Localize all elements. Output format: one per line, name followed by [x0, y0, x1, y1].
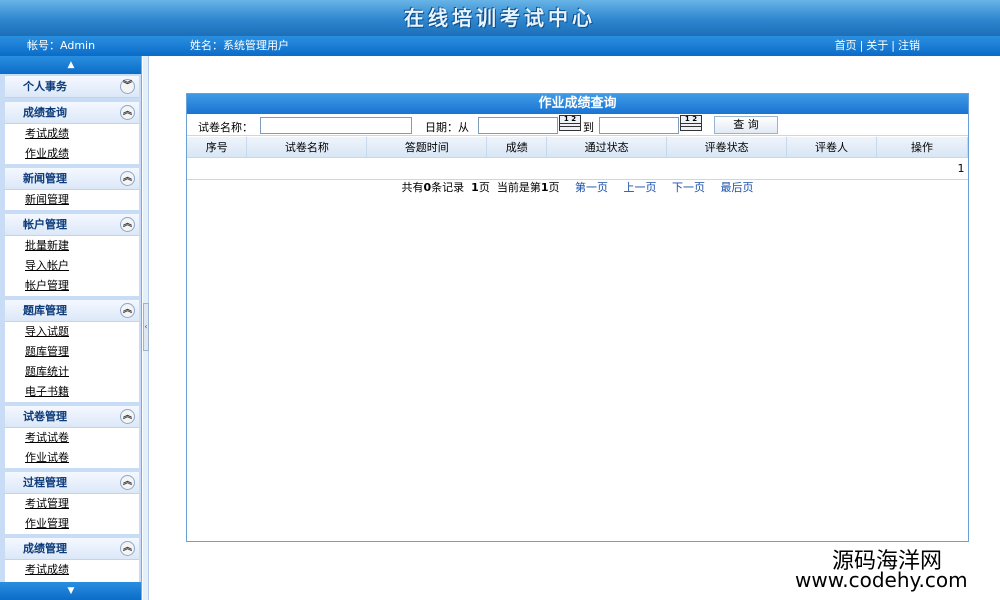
sidebar-item[interactable]: 导入试题 — [5, 322, 139, 342]
home-link[interactable]: 首页 — [835, 39, 857, 52]
sidebar-section-header[interactable]: 成绩管理 ︽ — [5, 538, 139, 560]
sidebar-section-title: 试卷管理 — [23, 410, 67, 423]
sidebar-section-title: 新闻管理 — [23, 172, 67, 185]
sidebar-section-items: 考试成绩作业成绩 — [5, 124, 139, 164]
expand-icon[interactable]: ︾ — [120, 79, 135, 94]
date-to-calendar-icon[interactable]: 1 2 — [680, 115, 702, 131]
username-label: 姓名：系统管理用户 — [190, 39, 289, 52]
score-table: 序号 试卷名称 答题时间 成绩 通过状态 评卷状态 评卷人 操作 1 — [187, 137, 969, 180]
sidebar-section-header[interactable]: 新闻管理 ︽ — [5, 168, 139, 190]
sidebar-item[interactable]: 电子书籍 — [5, 382, 139, 402]
sidebar-section-items: 考试管理 作业管理 — [5, 494, 139, 534]
sidebar-section-header[interactable]: 题库管理 ︽ — [5, 300, 139, 322]
collapse-icon[interactable]: ︽ — [120, 475, 135, 490]
date-from-label: 日期：从 — [425, 121, 469, 134]
sidebar-section-header[interactable]: 帐户管理 ︽ — [5, 214, 139, 236]
sidebar: ▲ 个人事务 ︾ 成绩查询 ︽ 考试成绩 作业成绩 新闻管理 ︽ 新闻管理 帐户管理 ︽ 批量新建 导入… — [0, 56, 142, 600]
prev-page-link[interactable]: 上一页 — [623, 181, 656, 194]
sidebar-item[interactable]: 考试试卷 — [5, 428, 139, 448]
app-window: 在线培训考试中心 帐号：Admin 姓名：系统管理用户 首页 | 关于 | 注销 ▲ 个… — [0, 0, 1000, 600]
sidebar-item[interactable]: 作业试卷 — [5, 448, 139, 468]
sidebar-section-header[interactable]: 个人事务 ︾ — [5, 76, 139, 98]
next-page-link[interactable]: 下一页 — [672, 181, 705, 194]
search-form: 试卷名称： 日期：从 1 2 到 1 2 查 询 — [187, 114, 968, 136]
pager: 共有0条记录 1页 当前是第1页 第一页 上一页 下一页 最后页 — [401, 181, 754, 194]
sidebar-item[interactable]: 帐户管理 — [5, 276, 139, 296]
sidebar-section-title: 过程管理 — [23, 476, 67, 489]
paper-name-label: 试卷名称： — [198, 121, 253, 134]
query-button[interactable]: 查 询 — [714, 116, 778, 134]
sidebar-section-items: 考试试卷 作业试卷 — [5, 428, 139, 468]
table-header-row: 序号 试卷名称 答题时间 成绩 通过状态 评卷状态 评卷人 操作 — [187, 137, 969, 157]
logout-link[interactable]: 注销 — [898, 39, 920, 52]
sidebar-section-title: 个人事务 — [23, 80, 67, 93]
sidebar-item[interactable]: 题库管理 — [5, 342, 139, 362]
col-grading-status: 评卷状态 — [666, 137, 788, 157]
date-from-input[interactable] — [478, 117, 558, 134]
sidebar-item[interactable]: 考试成绩 — [5, 560, 139, 580]
header-banner: 在线培训考试中心 — [0, 0, 1000, 36]
sidebar-menu: 个人事务 ︾ 成绩查询 ︽ 考试成绩 作业成绩 新闻管理 ︽ 新闻管理 帐户管理 ︽ 批量新建 导入帐户… — [5, 76, 139, 600]
account-label: 帐号：Admin — [27, 39, 96, 52]
table-row: 1 — [187, 156, 968, 180]
col-paper-name: 试卷名称 — [246, 137, 368, 157]
collapse-icon[interactable]: ︽ — [120, 303, 135, 318]
collapse-sidebar-handle[interactable]: ‹ — [143, 303, 149, 351]
sidebar-scroll-down-button[interactable]: ▼ — [0, 582, 141, 600]
sidebar-splitter[interactable]: ‹ — [143, 56, 149, 600]
col-answer-time: 答题时间 — [366, 137, 488, 157]
sidebar-item[interactable]: 导入帐户 — [5, 256, 139, 276]
collapse-icon[interactable]: ︽ — [120, 217, 135, 232]
link-separator: | — [891, 39, 895, 52]
total-pages: 1 — [471, 181, 479, 194]
date-to-label: 到 — [583, 121, 594, 134]
sidebar-item[interactable]: 作业管理 — [5, 514, 139, 534]
sidebar-item[interactable]: 题库统计 — [5, 362, 139, 382]
first-page-link[interactable]: 第一页 — [575, 181, 608, 194]
col-actions: 操作 — [876, 137, 969, 157]
user-info-bar: 帐号：Admin 姓名：系统管理用户 首页 | 关于 | 注销 — [0, 36, 1000, 56]
collapse-icon[interactable]: ︽ — [120, 105, 135, 120]
sidebar-section-title: 题库管理 — [23, 304, 67, 317]
date-from-calendar-icon[interactable]: 1 2 — [559, 115, 581, 131]
sidebar-section-title: 帐户管理 — [23, 218, 67, 231]
col-index: 序号 — [187, 137, 248, 157]
collapse-icon[interactable]: ︽ — [120, 541, 135, 556]
paper-name-input[interactable] — [260, 117, 412, 134]
sidebar-section-items: 新闻管理 — [5, 190, 139, 210]
col-pass-status: 通过状态 — [546, 137, 668, 157]
sidebar-section-header[interactable]: 过程管理 ︽ — [5, 472, 139, 494]
collapse-icon[interactable]: ︽ — [120, 409, 135, 424]
score-query-panel: 作业成绩查询 试卷名称： 日期：从 1 2 到 1 2 查 询 序号 试卷名称 … — [186, 93, 969, 542]
date-to-input[interactable] — [599, 117, 679, 134]
panel-title: 作业成绩查询 — [187, 94, 968, 114]
table-cell: 1 — [187, 156, 968, 180]
sidebar-section-items: 导入试题 题库管理 题库统计 电子书籍 — [5, 322, 139, 402]
sidebar-section-title: 成绩管理 — [23, 542, 67, 555]
col-grader: 评卷人 — [786, 137, 877, 157]
sidebar-scroll-up-button[interactable]: ▲ — [0, 56, 141, 74]
sidebar-section-items: 批量新建 导入帐户 帐户管理 — [5, 236, 139, 296]
last-page-link[interactable]: 最后页 — [720, 181, 753, 194]
sidebar-section-title: 成绩查询 — [23, 106, 67, 119]
collapse-icon[interactable]: ︽ — [120, 171, 135, 186]
col-score: 成绩 — [486, 137, 548, 157]
sidebar-item[interactable]: 新闻管理 — [5, 190, 139, 210]
link-separator: | — [859, 39, 864, 52]
sidebar-item[interactable]: 考试管理 — [5, 494, 139, 514]
sidebar-item[interactable]: 考试成绩 — [5, 124, 139, 144]
top-links: 首页 | 关于 | 注销 — [835, 36, 920, 56]
site-title: 在线培训考试中心 — [404, 6, 596, 30]
about-link[interactable]: 关于 — [866, 39, 888, 52]
sidebar-item[interactable]: 作业成绩 — [5, 144, 139, 164]
watermark-url: www.codehy.com — [795, 568, 968, 592]
sidebar-item[interactable]: 批量新建 — [5, 236, 139, 256]
sidebar-section-header[interactable]: 试卷管理 ︽ — [5, 406, 139, 428]
sidebar-section-header[interactable]: 成绩查询 ︽ — [5, 102, 139, 124]
